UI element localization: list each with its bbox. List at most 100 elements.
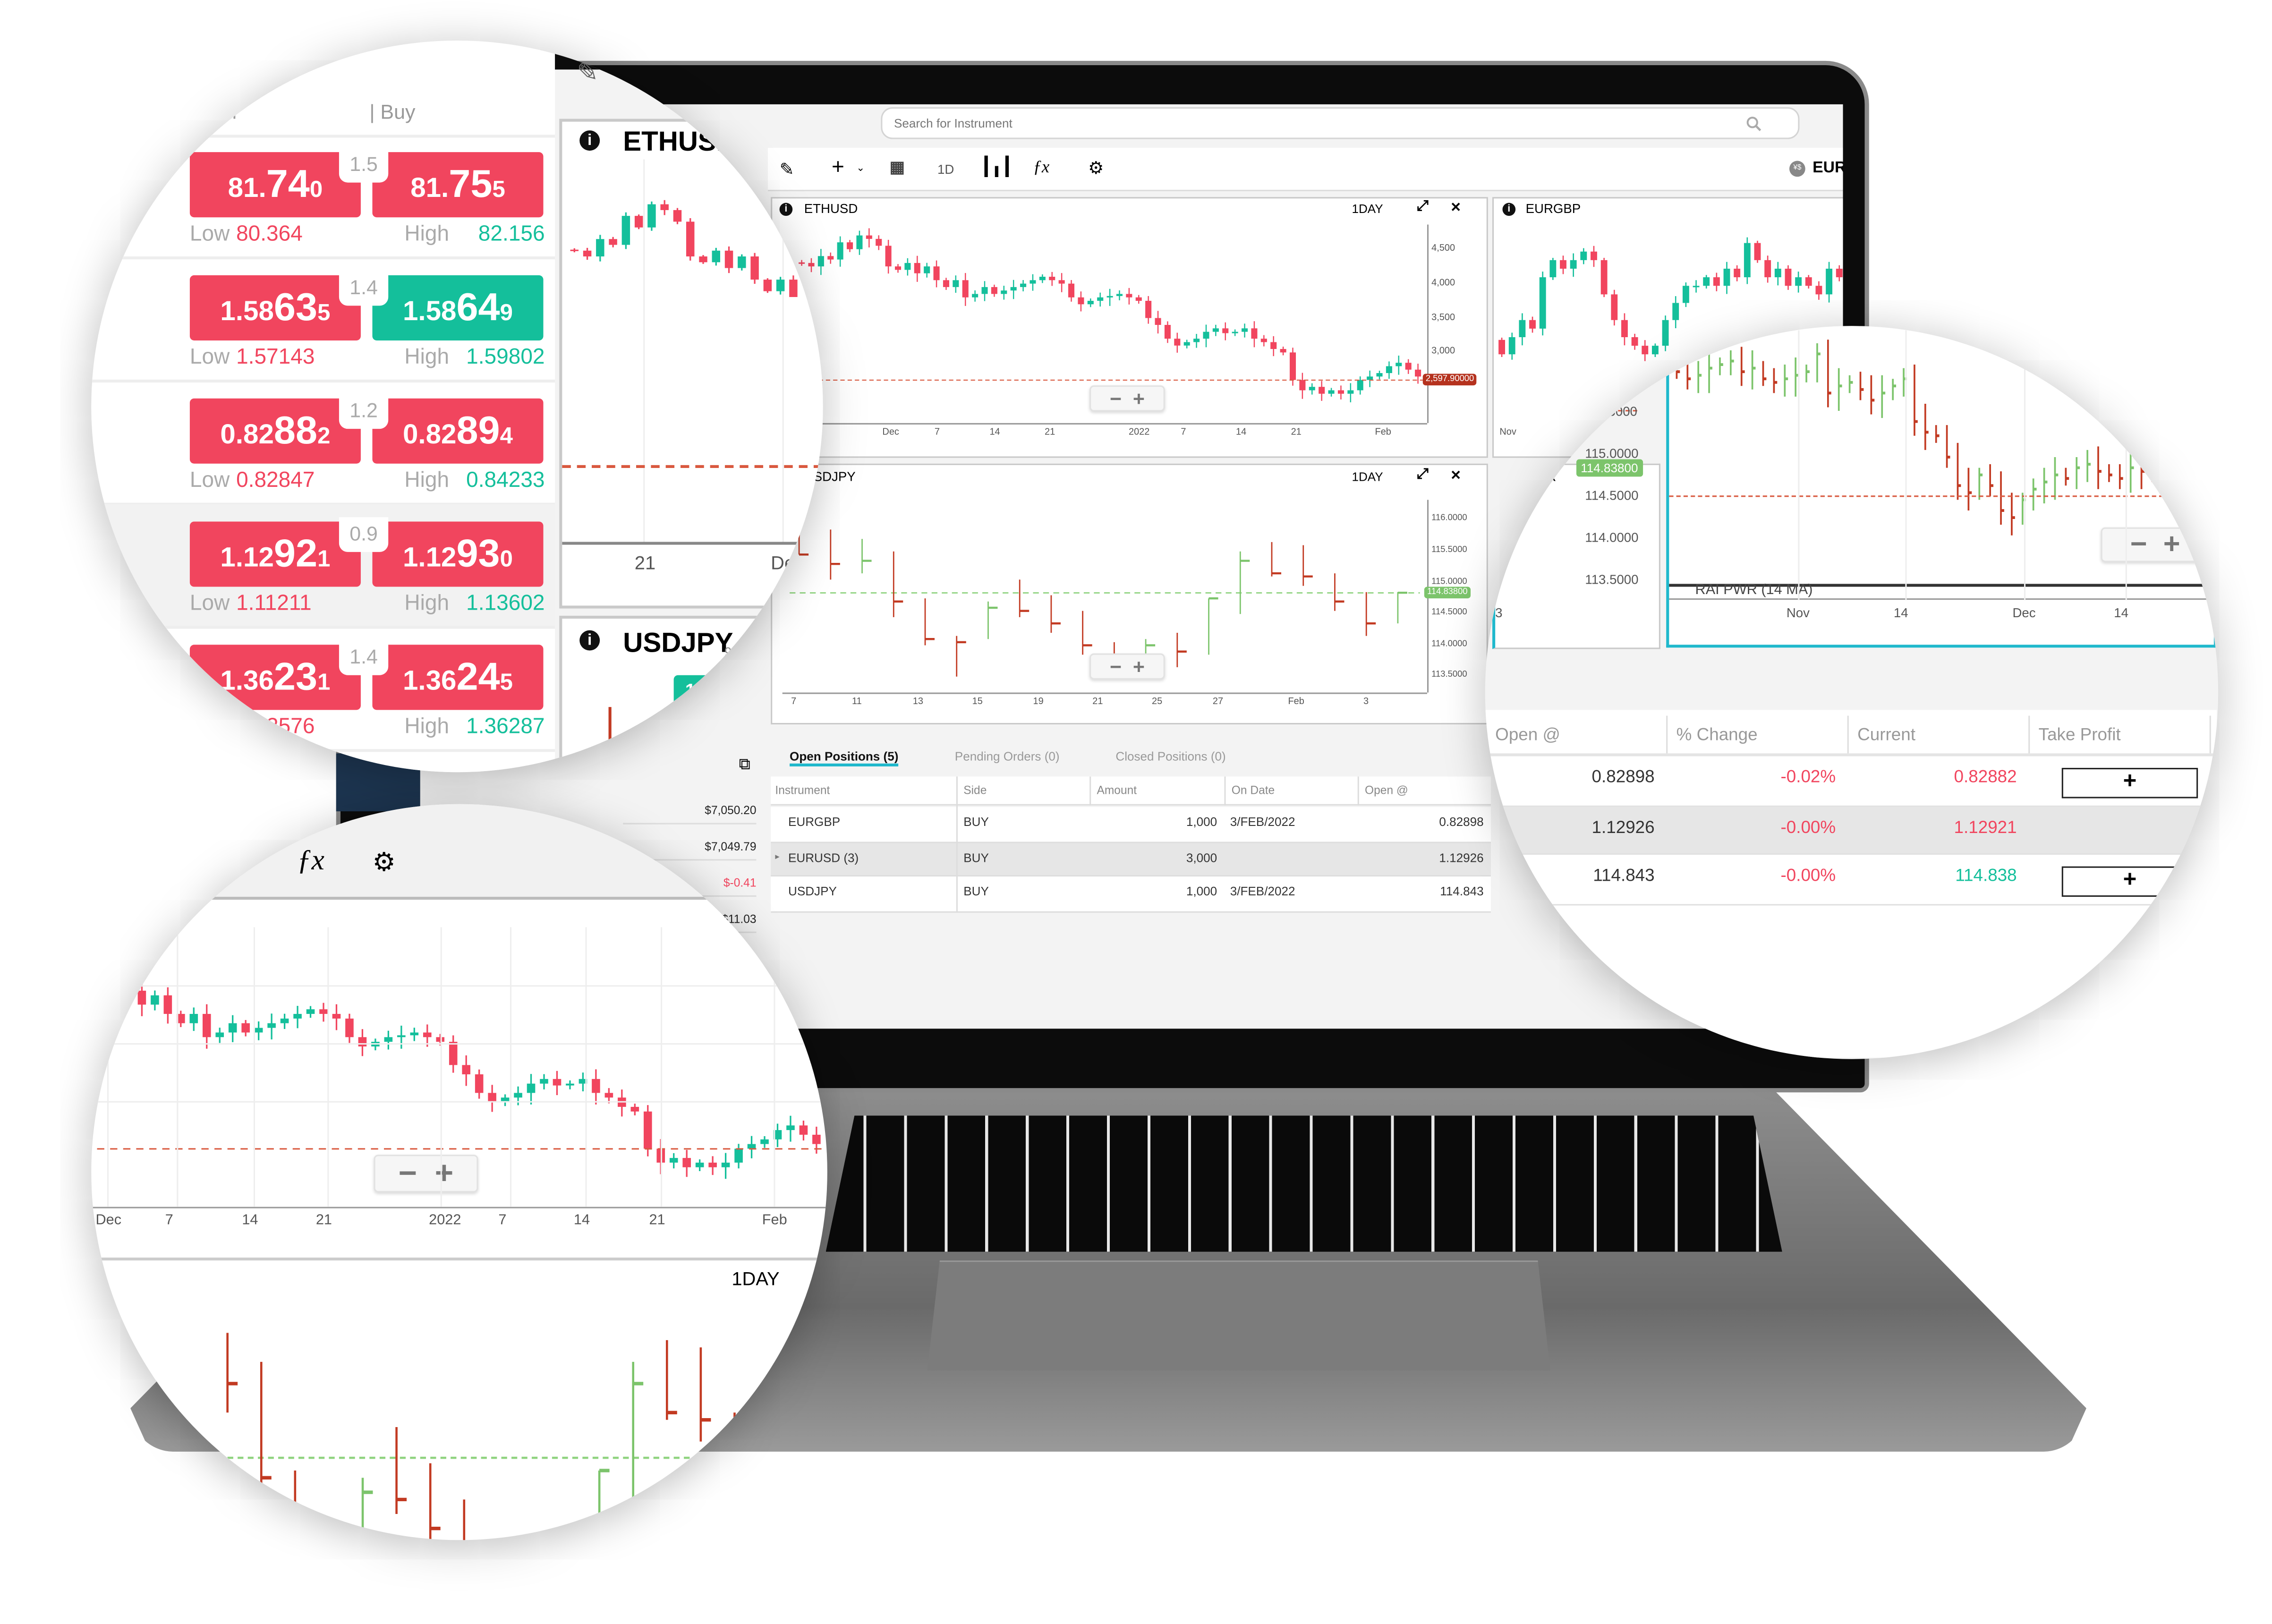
- buy-price-button[interactable]: 1.58649: [372, 275, 544, 340]
- close-icon[interactable]: ✕: [1450, 468, 1461, 484]
- column-divider: [1847, 715, 1849, 754]
- tab-pending[interactable]: Pending Orders (0): [955, 749, 1060, 764]
- ask-button[interactable]: 114.849: [673, 675, 764, 707]
- buy-price-button[interactable]: 1.12930: [372, 521, 544, 587]
- search-icon[interactable]: [1746, 116, 1762, 132]
- zoom-in-button[interactable]: +: [1133, 655, 1145, 678]
- info-icon[interactable]: i: [579, 130, 600, 151]
- candle-body: [1405, 363, 1412, 370]
- candle-body: [1645, 341, 1656, 346]
- sell-price-button[interactable]: 1.12921: [189, 521, 361, 587]
- candle-body: [1595, 346, 1606, 350]
- candle-body: [358, 1037, 367, 1046]
- settings-gear-icon[interactable]: ⚙: [372, 848, 396, 878]
- sell-price-button[interactable]: 1.36231: [189, 645, 361, 710]
- marketing-composition: Search for Instrument ✎ + ⌄ ▦ 1D ┃╻┃ ƒx …: [0, 0, 2272, 1624]
- candle-body: [1367, 376, 1373, 380]
- price-part: 4: [500, 424, 513, 450]
- candlestick-type-icon[interactable]: ┃╻┃: [981, 156, 1013, 177]
- x-tick: 11: [851, 697, 862, 707]
- x-axis-line: [91, 1207, 827, 1208]
- table-row[interactable]: [771, 876, 1491, 913]
- buy-price-button[interactable]: 0.82894: [372, 398, 544, 464]
- divider: [91, 897, 827, 900]
- candle-body: [789, 280, 798, 297]
- info-icon[interactable]: i: [579, 630, 600, 651]
- zoom-in-button[interactable]: +: [2163, 529, 2180, 561]
- candle-body: [1155, 318, 1161, 325]
- pencil-icon[interactable]: ✎: [577, 58, 598, 88]
- expand-icon[interactable]: ⤢: [1417, 198, 1429, 214]
- column-header[interactable]: % Change: [1676, 724, 1758, 745]
- column-header[interactable]: Instrument: [775, 784, 830, 797]
- chart-interval: 1DAY: [1352, 469, 1383, 484]
- instrument-selector[interactable]: EUR: [1812, 159, 1843, 177]
- cell-open: 1.12926: [1439, 850, 1484, 865]
- zoom-in-button[interactable]: +: [435, 1155, 453, 1191]
- candle-body: [583, 250, 592, 257]
- settings-gear-icon[interactable]: ⚙: [1088, 158, 1104, 178]
- x-tick: 14: [1893, 605, 1908, 621]
- grid-layout-icon[interactable]: ▦: [890, 158, 905, 177]
- interval-button[interactable]: 1D: [937, 162, 954, 177]
- indicators-fx-icon[interactable]: ƒx: [297, 845, 324, 878]
- table-row[interactable]: [771, 843, 1491, 877]
- spread-badge: 1.2: [339, 394, 389, 429]
- indicators-fx-icon[interactable]: ƒx: [1033, 156, 1049, 178]
- buy-price-button[interactable]: 1.36245: [372, 645, 544, 710]
- buy-header: | Buy: [369, 100, 416, 123]
- expand-icon[interactable]: ⤢: [1417, 467, 1429, 483]
- candle-body: [527, 1083, 536, 1093]
- sell-price-button[interactable]: 0.82882: [189, 398, 361, 464]
- candle-body: [1232, 332, 1238, 333]
- candle-body: [647, 204, 656, 228]
- x-tick: 14: [573, 1212, 590, 1229]
- take-profit-button[interactable]: +: [2061, 866, 2198, 897]
- high-label: High: [404, 468, 450, 493]
- buy-price-button[interactable]: 81.755: [372, 152, 544, 218]
- cell-open: 114.843: [1440, 884, 1484, 899]
- x-tick: 3: [1363, 697, 1369, 707]
- zoom-out-button[interactable]: −: [1110, 387, 1122, 410]
- tab-closed[interactable]: Closed Positions (0): [1115, 749, 1225, 764]
- take-profit-button[interactable]: +: [2061, 768, 2198, 799]
- column-header[interactable]: On Date: [1232, 784, 1275, 797]
- zoom-in-button[interactable]: +: [1133, 387, 1145, 410]
- close-icon[interactable]: ✕: [1450, 200, 1461, 216]
- column-header[interactable]: Open @: [1495, 724, 1560, 745]
- zoom-controls: − +: [374, 1155, 478, 1192]
- zoom-out-button[interactable]: −: [399, 1155, 417, 1191]
- column-header[interactable]: Open @: [1365, 784, 1408, 797]
- high-value: 1.36287: [466, 714, 545, 739]
- x-tick: 21: [649, 1212, 665, 1229]
- column-header[interactable]: Side: [963, 784, 987, 797]
- zoom-out-button[interactable]: −: [1110, 655, 1122, 678]
- info-icon[interactable]: i: [1502, 203, 1516, 216]
- candle-body: [933, 266, 940, 281]
- candle-body: [553, 1079, 562, 1086]
- x-tick: 7: [165, 1212, 173, 1229]
- candle-body: [856, 235, 863, 249]
- sell-price-button[interactable]: 1.58635: [189, 275, 361, 340]
- divider: [91, 256, 555, 260]
- x-tick: 27: [1212, 697, 1224, 707]
- chevron-down-icon[interactable]: ⌄: [856, 162, 865, 174]
- gridline: [1905, 330, 1907, 600]
- column-header[interactable]: Take Profit: [2039, 724, 2121, 745]
- column-header[interactable]: Amount: [1097, 784, 1137, 797]
- candle-body: [1562, 341, 1573, 350]
- add-chart-icon[interactable]: +: [832, 155, 844, 179]
- candle-body: [1126, 294, 1132, 298]
- candle-body: [914, 263, 920, 273]
- price-tag: 2,597.90000: [1422, 374, 1477, 386]
- column-header[interactable]: Current: [1857, 724, 1915, 745]
- info-icon[interactable]: i: [1504, 471, 1517, 484]
- sell-price-button[interactable]: 81.740: [189, 152, 361, 218]
- zoom-out-button[interactable]: −: [2130, 529, 2147, 561]
- gridline: [327, 927, 329, 1207]
- search-input[interactable]: Search for Instrument: [881, 107, 1800, 139]
- gridline: [774, 927, 775, 1207]
- x-tick: 21: [1045, 427, 1055, 438]
- table-row[interactable]: [771, 807, 1491, 843]
- candle-body: [712, 250, 721, 263]
